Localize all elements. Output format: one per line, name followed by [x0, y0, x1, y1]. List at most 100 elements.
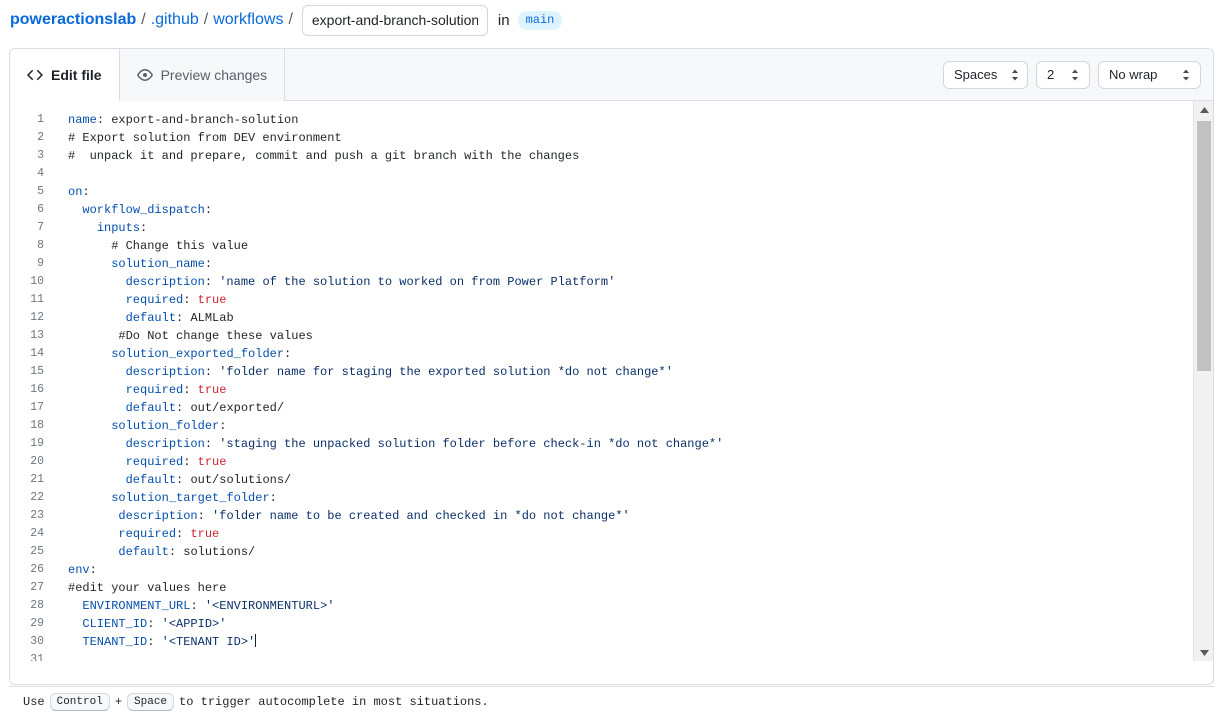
line-content[interactable]: #edit your values here	[56, 579, 1193, 597]
code-token: 'folder name for staging the exported so…	[219, 365, 673, 379]
line-content[interactable]: default: ALMLab	[56, 309, 1193, 327]
code-token	[68, 347, 111, 361]
code-token: TENANT_ID	[82, 635, 147, 649]
scroll-up-arrow-icon[interactable]	[1194, 101, 1213, 119]
wrap-mode-value: No wrap	[1109, 67, 1157, 82]
line-content[interactable]	[56, 165, 1193, 183]
line-content[interactable]: #Do Not change these values	[56, 327, 1193, 345]
line-content[interactable]: # Export solution from DEV environment	[56, 129, 1193, 147]
code-token: description	[118, 509, 197, 523]
code-token: description	[126, 437, 205, 451]
line-number: 30	[10, 633, 56, 651]
code-token: :	[205, 257, 212, 271]
line-number: 22	[10, 489, 56, 507]
line-content[interactable]: description: 'staging the unpacked solut…	[56, 435, 1193, 453]
code-token: inputs	[97, 221, 140, 235]
line-content[interactable]: description: 'folder name to be created …	[56, 507, 1193, 525]
line-content[interactable]: required: true	[56, 381, 1193, 399]
hint-prefix: Use	[23, 695, 45, 709]
scroll-down-arrow-icon[interactable]	[1194, 643, 1213, 661]
code-token: 'staging the unpacked solution folder be…	[219, 437, 723, 451]
line-number: 20	[10, 453, 56, 471]
line-content[interactable]: inputs:	[56, 219, 1193, 237]
code-token: :	[270, 491, 277, 505]
line-content[interactable]: ENVIRONMENT_URL: '<ENVIRONMENTURL>'	[56, 597, 1193, 615]
code-token: :	[205, 275, 219, 289]
code-token: true	[198, 455, 227, 469]
code-token: '<TENANT ID>'	[162, 635, 256, 649]
line-content[interactable]: on:	[56, 183, 1193, 201]
code-line: 26env:	[10, 561, 1193, 579]
code-token: solution_name	[111, 257, 205, 271]
tab-edit-file-label: Edit file	[51, 67, 102, 83]
line-content[interactable]: solution_exported_folder:	[56, 345, 1193, 363]
vertical-scrollbar[interactable]	[1193, 101, 1213, 661]
filename-input[interactable]	[302, 5, 488, 36]
line-content[interactable]: description: 'folder name for staging th…	[56, 363, 1193, 381]
code-token	[68, 383, 126, 397]
code-token	[68, 293, 126, 307]
breadcrumb-owner-link[interactable]: poweractionslab	[10, 11, 136, 29]
breadcrumb-dir-github-link[interactable]: .github	[151, 11, 199, 29]
line-content[interactable]: solution_name:	[56, 255, 1193, 273]
code-editor-area[interactable]: 1name: export-and-branch-solution2# Expo…	[10, 101, 1213, 661]
tab-preview-changes-label: Preview changes	[161, 67, 268, 83]
code-line: 5on:	[10, 183, 1193, 201]
line-content[interactable]: default: out/exported/	[56, 399, 1193, 417]
wrap-mode-select[interactable]: No wrap	[1098, 61, 1201, 89]
line-number: 19	[10, 435, 56, 453]
code-token	[68, 257, 111, 271]
autocomplete-hint-bar: Use Control + Space to trigger autocompl…	[9, 686, 1214, 716]
code-token: :	[183, 293, 197, 307]
line-content[interactable]: required: true	[56, 453, 1193, 471]
code-line: 7 inputs:	[10, 219, 1193, 237]
scrollbar-thumb[interactable]	[1197, 121, 1211, 371]
tab-preview-changes[interactable]: Preview changes	[120, 49, 286, 101]
breadcrumb-dir-workflows-link[interactable]: workflows	[213, 11, 283, 29]
code-token: export-and-branch-solution	[111, 113, 298, 127]
line-number: 1	[10, 111, 56, 129]
line-content[interactable]: name: export-and-branch-solution	[56, 111, 1193, 129]
code-token: required	[126, 455, 184, 469]
branch-badge: main	[518, 11, 563, 30]
code-token: CLIENT_ID	[82, 617, 147, 631]
line-content[interactable]: solution_folder:	[56, 417, 1193, 435]
indent-mode-value: Spaces	[954, 67, 997, 82]
line-content[interactable]	[56, 651, 1193, 661]
code-token: :	[219, 419, 226, 433]
line-content[interactable]: # unpack it and prepare, commit and push…	[56, 147, 1193, 165]
code-line: 8 # Change this value	[10, 237, 1193, 255]
line-number: 10	[10, 273, 56, 291]
code-lines-container[interactable]: 1name: export-and-branch-solution2# Expo…	[10, 101, 1193, 661]
code-token	[68, 401, 126, 415]
line-content[interactable]: TENANT_ID: '<TENANT ID>'	[56, 633, 1193, 651]
indent-mode-select[interactable]: Spaces	[943, 61, 1028, 89]
line-content[interactable]: # Change this value	[56, 237, 1193, 255]
indent-size-select[interactable]: 2	[1036, 61, 1090, 89]
code-token: default	[126, 473, 176, 487]
line-content[interactable]: CLIENT_ID: '<APPID>'	[56, 615, 1193, 633]
code-token: :	[284, 347, 291, 361]
code-token	[68, 545, 118, 559]
line-number: 12	[10, 309, 56, 327]
line-content[interactable]: workflow_dispatch:	[56, 201, 1193, 219]
breadcrumb: poweractionslab / .github / workflows / …	[0, 0, 1223, 40]
line-content[interactable]: default: out/solutions/	[56, 471, 1193, 489]
code-token: #edit your values here	[68, 581, 226, 595]
line-content[interactable]: description: 'name of the solution to wo…	[56, 273, 1193, 291]
tab-edit-file[interactable]: Edit file	[10, 49, 120, 101]
hint-plus: +	[115, 695, 122, 709]
line-content[interactable]: required: true	[56, 525, 1193, 543]
line-content[interactable]: default: solutions/	[56, 543, 1193, 561]
code-line: 2# Export solution from DEV environment	[10, 129, 1193, 147]
code-line: 14 solution_exported_folder:	[10, 345, 1193, 363]
github-file-editor-page: poweractionslab / .github / workflows / …	[0, 0, 1223, 716]
code-token: :	[169, 545, 183, 559]
line-content[interactable]: env:	[56, 561, 1193, 579]
line-content[interactable]: required: true	[56, 291, 1193, 309]
kbd-control: Control	[50, 693, 110, 711]
line-content[interactable]: solution_target_folder:	[56, 489, 1193, 507]
code-line: 22 solution_target_folder:	[10, 489, 1193, 507]
chevron-updown-icon	[1009, 67, 1021, 83]
editor-card: Edit file Preview changes Spaces	[9, 48, 1214, 685]
